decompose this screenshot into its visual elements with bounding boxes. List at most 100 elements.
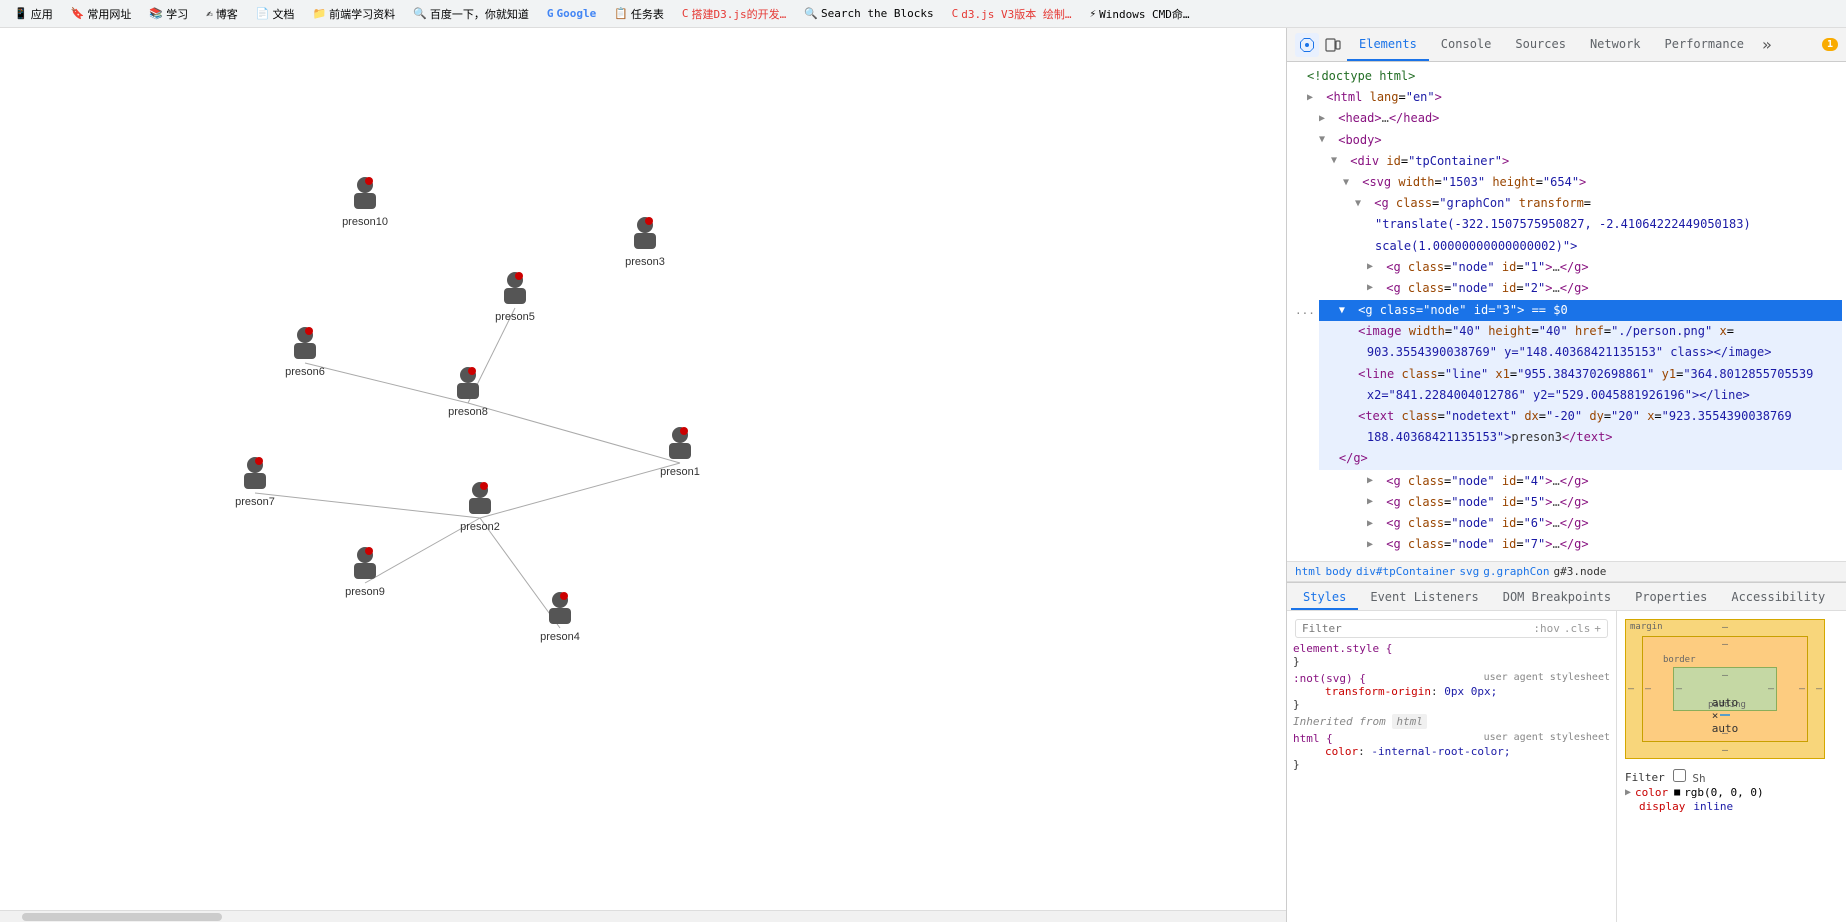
bottom-panel: Styles Event Listeners DOM Breakpoints P… (1287, 582, 1846, 922)
graph-node-preson3[interactable]: preson3 (625, 217, 665, 268)
html-line-node3[interactable]: ▼ <g class="node" id="3"> == $0 <image w… (1319, 300, 1842, 470)
graph-node-preson7[interactable]: preson7 (235, 457, 275, 508)
horizontal-scrollbar[interactable] (0, 910, 1286, 922)
prop-name-display: display (1639, 800, 1685, 813)
bookmark-tasks[interactable]: 📋 任务表 (608, 4, 670, 24)
breadcrumb-svg[interactable]: svg (1459, 565, 1479, 578)
filter-input[interactable] (1302, 622, 1533, 635)
panel-tab-properties[interactable]: Properties (1623, 586, 1719, 610)
graph-node-preson4[interactable]: preson4 (540, 592, 580, 643)
graph-node-preson9[interactable]: preson9 (345, 547, 385, 598)
html-line-div-container[interactable]: ▼ <div id="tpContainer"> (1287, 151, 1846, 172)
panel-tab-accessibility[interactable]: Accessibility (1719, 586, 1837, 610)
properties-section: Filter Sh ▶ color ■ rgb(0, 0, 0) (1625, 769, 1838, 813)
html-line-g-graphcon[interactable]: ▼ <g class="graphCon" transform= (1287, 193, 1846, 214)
scrollbar-thumb[interactable] (22, 913, 222, 921)
warning-badge: 1 (1822, 38, 1838, 51)
prop-arrow-color[interactable]: ▶ (1625, 787, 1631, 798)
breadcrumb-html[interactable]: html (1295, 565, 1322, 578)
svg-text:preson9: preson9 (345, 586, 385, 598)
bookmark-blog[interactable]: ✍ 博客 (200, 4, 244, 24)
style-rule-element: element.style { } (1293, 642, 1610, 668)
box-padding: padding – – – – auto × auto (1673, 667, 1777, 711)
padding-top-val: – (1722, 670, 1728, 681)
html-line-doctype: <!doctype html> (1287, 66, 1846, 87)
html-line-body[interactable]: ▼ <body> (1287, 130, 1846, 151)
panel-tab-dom-breakpoints[interactable]: DOM Breakpoints (1491, 586, 1623, 610)
html-line-text[interactable]: <text class="nodetext" dx="-20" dy="20" … (1319, 406, 1842, 427)
graph-node-preson10[interactable]: preson10 (342, 177, 388, 228)
prop-val-color: rgb(0, 0, 0) (1684, 786, 1763, 799)
filter-pseudo-button[interactable]: :hov (1533, 622, 1560, 635)
panel-tab-styles[interactable]: Styles (1291, 586, 1358, 610)
html-line-node2[interactable]: ▶ <g class="node" id="2">…</g> (1287, 278, 1846, 299)
breadcrumb-g-graphcon[interactable]: g.graphCon (1483, 565, 1549, 578)
bookmark-docs[interactable]: 📄 文档 (250, 4, 301, 24)
html-line-node6[interactable]: ▶ <g class="node" id="6">…</g> (1287, 513, 1846, 534)
html-line-node5[interactable]: ▶ <g class="node" id="5">…</g> (1287, 492, 1846, 513)
margin-bottom-val: – (1722, 745, 1728, 756)
breadcrumb-div[interactable]: div#tpContainer (1356, 565, 1455, 578)
html-line-svg[interactable]: ▼ <svg width="1503" height="654"> (1287, 172, 1846, 193)
html-line-node4[interactable]: ▶ <g class="node" id="4">…</g> (1287, 471, 1846, 492)
html-line-node7[interactable]: ▶ <g class="node" id="7">…</g> (1287, 534, 1846, 555)
bookmark-baidu[interactable]: 🔍 百度一下，你就知道 (407, 4, 535, 24)
graph-node-preson5[interactable]: preson5 (495, 272, 535, 323)
filter-class-button[interactable]: .cls (1564, 622, 1591, 635)
tab-console[interactable]: Console (1429, 28, 1504, 61)
html-line-transform2: scale(1.00000000000000002)"> (1287, 236, 1846, 257)
html-line-node3-wrapper[interactable]: ... ▼ <g class="node" id="3"> == $0 <ima… (1287, 299, 1846, 471)
margin-left-val: – (1628, 684, 1634, 695)
panel-tab-event-listeners[interactable]: Event Listeners (1358, 586, 1490, 610)
graph-node-preson6[interactable]: preson6 (285, 327, 325, 378)
tab-network[interactable]: Network (1578, 28, 1653, 61)
margin-top-val: – (1722, 622, 1728, 633)
inspect-element-button[interactable] (1295, 33, 1319, 57)
html-line-html[interactable]: ▶ <html lang="en"> (1287, 87, 1846, 108)
svg-text:preson6: preson6 (285, 366, 325, 378)
html-line-text-content: 188.40368421135153">preson3</text> (1319, 427, 1842, 448)
prop-val-display: inline (1693, 800, 1733, 813)
html-line-head[interactable]: ▶ <head>…</head> (1287, 108, 1846, 129)
padding-left-val: – (1676, 684, 1682, 695)
svg-text:preson7: preson7 (235, 496, 275, 508)
bookmark-d3[interactable]: C 搭建D3.js的开发… (676, 4, 792, 24)
html-line-transform1: "translate(-322.1507575950827, -2.410642… (1287, 214, 1846, 235)
box-content: auto × auto (1720, 714, 1730, 716)
border-top-val: – (1722, 639, 1728, 650)
breadcrumb-body[interactable]: body (1326, 565, 1353, 578)
svg-text:preson4: preson4 (540, 631, 580, 643)
devtools-panel: Elements Console Sources Network Perform… (1286, 28, 1846, 922)
html-line-line[interactable]: <line class="line" x1="955.3843702698861… (1319, 364, 1842, 385)
tab-elements[interactable]: Elements (1347, 28, 1429, 61)
device-toolbar-button[interactable] (1321, 33, 1345, 57)
elements-tree[interactable]: <!doctype html> ▶ <html lang="en"> ▶ <he… (1287, 62, 1846, 561)
graph-area: preson1 preson2 preson3 preson4 preson5 preso… (0, 28, 1286, 922)
html-line-line-coords: x2="841.2284004012786" y2="529.004588192… (1319, 385, 1842, 406)
bookmark-learn[interactable]: 📚 学习 (143, 4, 194, 24)
tab-performance[interactable]: Performance (1653, 28, 1756, 61)
html-line-image[interactable]: <image width="40" height="40" href="./pe… (1319, 321, 1842, 342)
bookmark-urls[interactable]: 🔖 常用网址 (65, 4, 138, 24)
bookmark-apps[interactable]: 📱 应用 (8, 4, 59, 24)
breadcrumb-g-node3[interactable]: g#3.node (1553, 565, 1606, 578)
html-line-node3-selected[interactable]: ▼ <g class="node" id="3"> == $0 (1319, 300, 1842, 321)
more-tabs-button[interactable]: » (1756, 35, 1778, 54)
bookmark-cmd[interactable]: ⚡ Windows CMD命… (1083, 4, 1195, 24)
breadcrumb: html body div#tpContainer svg g.graphCon… (1287, 561, 1846, 582)
show-all-checkbox[interactable] (1673, 769, 1686, 782)
bookmark-google[interactable]: G Google (541, 5, 602, 22)
html-line-node1[interactable]: ▶ <g class="node" id="1">…</g> (1287, 257, 1846, 278)
filter-add-button[interactable]: + (1594, 622, 1601, 635)
graph-node-preson1[interactable]: preson1 (660, 427, 700, 478)
border-right-val: – (1799, 684, 1805, 695)
bookmark-blocks[interactable]: 🔍 Search the Blocks (798, 5, 939, 22)
bookmarks-bar: 📱 应用 🔖 常用网址 📚 学习 ✍ 博客 📄 文档 📁 前端学习资料 🔍 百度… (0, 0, 1846, 28)
bookmark-frontend[interactable]: 📁 前端学习资料 (306, 4, 401, 24)
properties-filter-row: Filter Sh (1625, 769, 1838, 785)
tab-sources[interactable]: Sources (1503, 28, 1578, 61)
graph-node-preson2[interactable]: preson2 (460, 482, 500, 533)
bookmark-d3v3[interactable]: C d3.js V3版本 绘制… (946, 4, 1078, 24)
border-label: border (1663, 655, 1696, 665)
devtools-tabs: Elements Console Sources Network Perform… (1347, 28, 1778, 61)
